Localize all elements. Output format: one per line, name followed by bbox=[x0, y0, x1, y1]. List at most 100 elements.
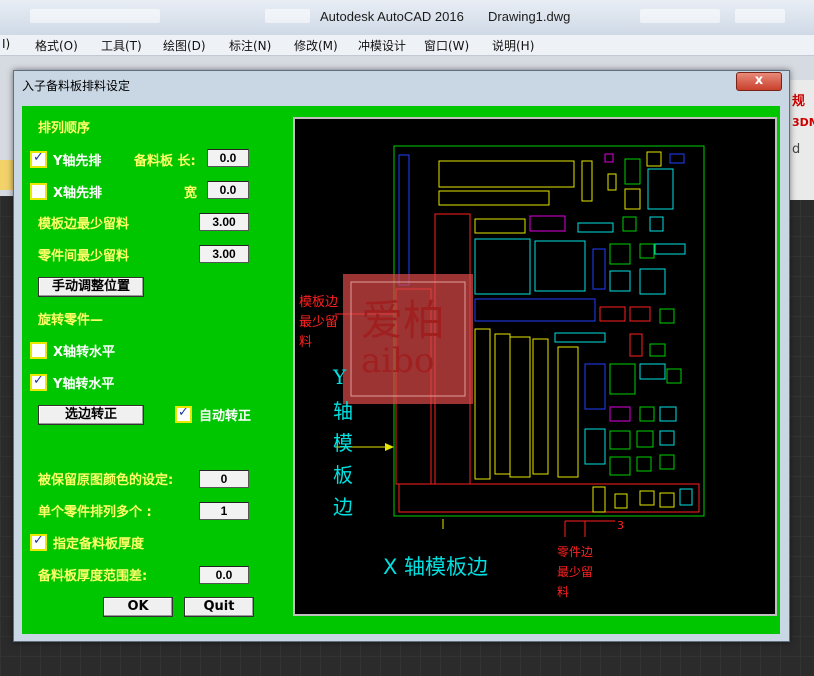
part-outline bbox=[654, 243, 686, 255]
x-first-checkbox[interactable] bbox=[30, 183, 47, 200]
part-outline bbox=[629, 333, 643, 357]
part-outline bbox=[604, 153, 614, 163]
x-first-label: X轴先排 bbox=[53, 186, 103, 201]
window-title-bar: Autodesk AutoCAD 2016 Drawing1.dwg bbox=[0, 0, 814, 36]
edge-margin-field[interactable]: 3.00 bbox=[199, 213, 249, 231]
part-outline bbox=[639, 363, 666, 380]
edge-note-line: 最少留 bbox=[299, 315, 339, 330]
menu-item-die-design[interactable]: 冲模设计 bbox=[358, 37, 406, 54]
part-gap-label: 零件间最少留料 bbox=[38, 249, 130, 264]
background-right-text: d bbox=[792, 142, 801, 157]
select-edge-button[interactable]: 选边转正 bbox=[38, 405, 144, 425]
thickness-checkbox[interactable]: ✓ bbox=[30, 533, 47, 551]
part-outline bbox=[639, 406, 655, 422]
y-axis-label: 边 bbox=[333, 495, 353, 519]
background-tab-ghost bbox=[30, 9, 160, 23]
y-axis-label: 模 bbox=[333, 431, 353, 455]
y-rotate-label: Y轴转水平 bbox=[53, 377, 115, 392]
y-axis-label: 轴 bbox=[333, 399, 353, 423]
part-outline bbox=[659, 492, 675, 508]
menu-item-help[interactable]: 说明(H) bbox=[492, 37, 534, 54]
y-first-checkbox[interactable]: ✓ bbox=[30, 150, 47, 168]
part-outline bbox=[646, 151, 662, 167]
part-outline bbox=[581, 160, 593, 202]
background-right-text: 规 bbox=[792, 94, 806, 109]
x-rotate-checkbox[interactable] bbox=[30, 342, 47, 359]
nesting-settings-dialog: 入子备料板排料设定 x 排列顺序 ✓ Y轴先排 备料板 长: 0.0 X轴先排 … bbox=[13, 70, 790, 642]
part-outline bbox=[599, 306, 626, 322]
part-outline bbox=[669, 153, 685, 164]
nesting-preview: 爱柏 aibo 模板边 最少留 料 Y 轴 模 板 边 X 轴模板边 3 零件边… bbox=[293, 117, 777, 616]
keep-color-field[interactable]: 0 bbox=[199, 470, 249, 488]
checkmark-icon: ✓ bbox=[33, 150, 44, 165]
part-outline bbox=[554, 332, 606, 343]
part-outline bbox=[532, 338, 549, 475]
part-outline bbox=[557, 346, 579, 478]
part-note-line: 零件边 bbox=[557, 545, 594, 559]
part-outline bbox=[679, 488, 693, 506]
part-outline bbox=[474, 218, 526, 234]
menu-item-window[interactable]: 窗口(W) bbox=[424, 37, 469, 54]
part-outline bbox=[607, 173, 617, 191]
keep-color-label: 被保留原图颜色的设定: bbox=[38, 473, 174, 488]
menu-item-dimension[interactable]: 标注(N) bbox=[229, 37, 271, 54]
background-tab-ghost bbox=[735, 9, 785, 23]
per-part-field[interactable]: 1 bbox=[199, 502, 249, 520]
part-outline bbox=[636, 430, 654, 448]
menu-bar: I) 格式(O) 工具(T) 绘图(D) 标注(N) 修改(M) 冲模设计 窗口… bbox=[0, 35, 814, 56]
part-outline bbox=[474, 238, 531, 295]
sort-order-heading: 排列顺序 bbox=[38, 121, 91, 136]
thickness-range-field[interactable]: 0.0 bbox=[199, 566, 249, 584]
part-outline bbox=[624, 158, 641, 185]
x-axis-label: X 轴模板边 bbox=[383, 555, 489, 579]
background-tab-ghost bbox=[640, 9, 720, 23]
dimension-text: 3 bbox=[617, 519, 624, 532]
menu-item-format[interactable]: 格式(O) bbox=[35, 37, 78, 54]
thickness-label: 指定备料板厚度 bbox=[53, 537, 145, 552]
part-outline bbox=[592, 486, 606, 513]
part-outline bbox=[609, 243, 631, 265]
y-axis-label: 板 bbox=[333, 463, 353, 487]
checkmark-icon: ✓ bbox=[33, 373, 44, 388]
part-outline bbox=[509, 336, 531, 478]
stock-length-field[interactable]: 0.0 bbox=[207, 149, 249, 167]
part-outline bbox=[639, 243, 655, 259]
menu-item-tools[interactable]: 工具(T) bbox=[101, 37, 142, 54]
stock-width-field[interactable]: 0.0 bbox=[207, 181, 249, 199]
part-outline bbox=[666, 368, 682, 384]
part-outline bbox=[474, 328, 491, 480]
thickness-range-label: 备料板厚度范围差: bbox=[38, 569, 148, 584]
part-outline bbox=[659, 308, 675, 324]
menu-item-partial[interactable]: I) bbox=[2, 37, 10, 51]
background-right-text: 3DM bbox=[792, 116, 814, 129]
close-button[interactable]: x bbox=[736, 72, 782, 91]
y-rotate-checkbox[interactable]: ✓ bbox=[30, 373, 47, 391]
part-outline bbox=[659, 406, 677, 422]
auto-rotate-checkbox[interactable]: ✓ bbox=[175, 405, 192, 423]
y-axis-label: Y bbox=[333, 365, 347, 389]
part-outline bbox=[609, 456, 631, 476]
part-gap-field[interactable]: 3.00 bbox=[199, 245, 249, 263]
part-outline bbox=[584, 363, 606, 410]
part-outline bbox=[629, 306, 651, 322]
checkmark-icon: ✓ bbox=[178, 405, 189, 420]
auto-rotate-label: 自动转正 bbox=[199, 409, 252, 424]
part-outline bbox=[494, 333, 511, 475]
menu-item-modify[interactable]: 修改(M) bbox=[294, 37, 338, 54]
part-outline bbox=[624, 188, 641, 210]
manual-adjust-button[interactable]: 手动调整位置 bbox=[38, 277, 144, 297]
dialog-title: 入子备料板排料设定 bbox=[22, 79, 131, 93]
watermark-en: aibo bbox=[361, 341, 435, 381]
part-outline bbox=[584, 428, 606, 465]
menu-item-draw[interactable]: 绘图(D) bbox=[163, 37, 206, 54]
part-outline bbox=[659, 454, 675, 470]
edge-margin-label: 模板边最少留料 bbox=[38, 217, 130, 232]
ok-button[interactable]: OK bbox=[103, 597, 173, 617]
part-outline bbox=[398, 154, 410, 286]
x-rotate-label: X轴转水平 bbox=[53, 345, 116, 360]
part-outline bbox=[649, 216, 664, 232]
document-title: Drawing1.dwg bbox=[488, 9, 571, 24]
background-tab-ghost bbox=[265, 9, 310, 23]
quit-button[interactable]: Quit bbox=[184, 597, 254, 617]
stock-width-label: 宽 bbox=[184, 186, 198, 201]
